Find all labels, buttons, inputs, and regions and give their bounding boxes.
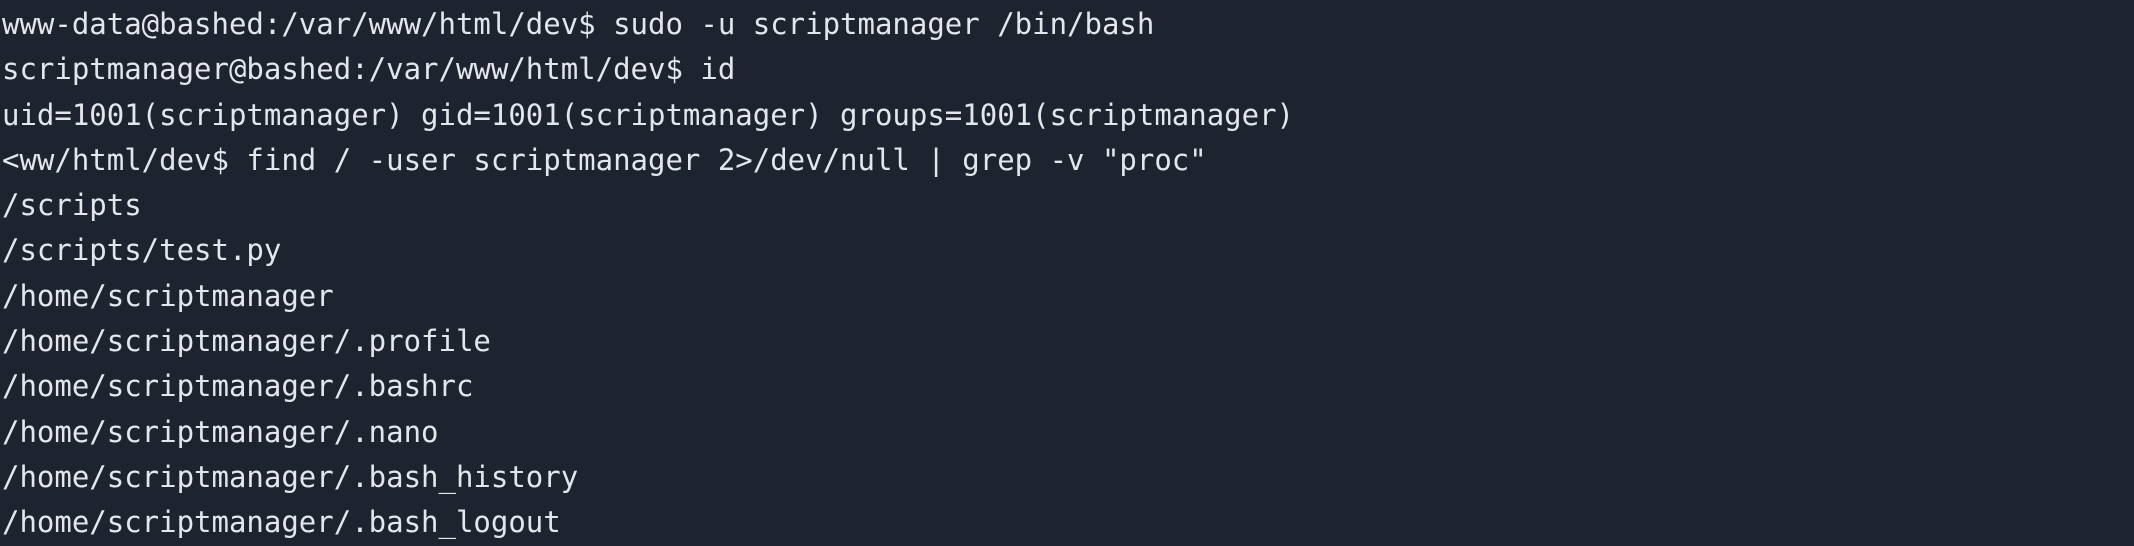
- output-line: /home/scriptmanager/.bash_history: [2, 459, 579, 494]
- terminal-window[interactable]: www-data@bashed:/var/www/html/dev$ sudo …: [0, 0, 2134, 546]
- command-line-id: scriptmanager@bashed:/var/www/html/dev$ …: [2, 52, 736, 87]
- command-line-find: <ww/html/dev$ find / -user scriptmanager…: [2, 142, 1207, 177]
- output-line: /home/scriptmanager/.bashrc: [2, 369, 474, 404]
- output-line: /home/scriptmanager/.profile: [2, 324, 491, 359]
- output-line: /scripts: [2, 188, 142, 223]
- output-line: /home/scriptmanager: [2, 278, 334, 313]
- output-line: /home/scriptmanager/.nano: [2, 414, 439, 449]
- output-line: /home/scriptmanager/.bash_logout: [2, 505, 561, 540]
- output-line: /scripts/test.py: [2, 233, 282, 268]
- command-line-sudo: www-data@bashed:/var/www/html/dev$ sudo …: [2, 7, 1155, 41]
- output-line-id: uid=1001(scriptmanager) gid=1001(scriptm…: [2, 97, 1295, 132]
